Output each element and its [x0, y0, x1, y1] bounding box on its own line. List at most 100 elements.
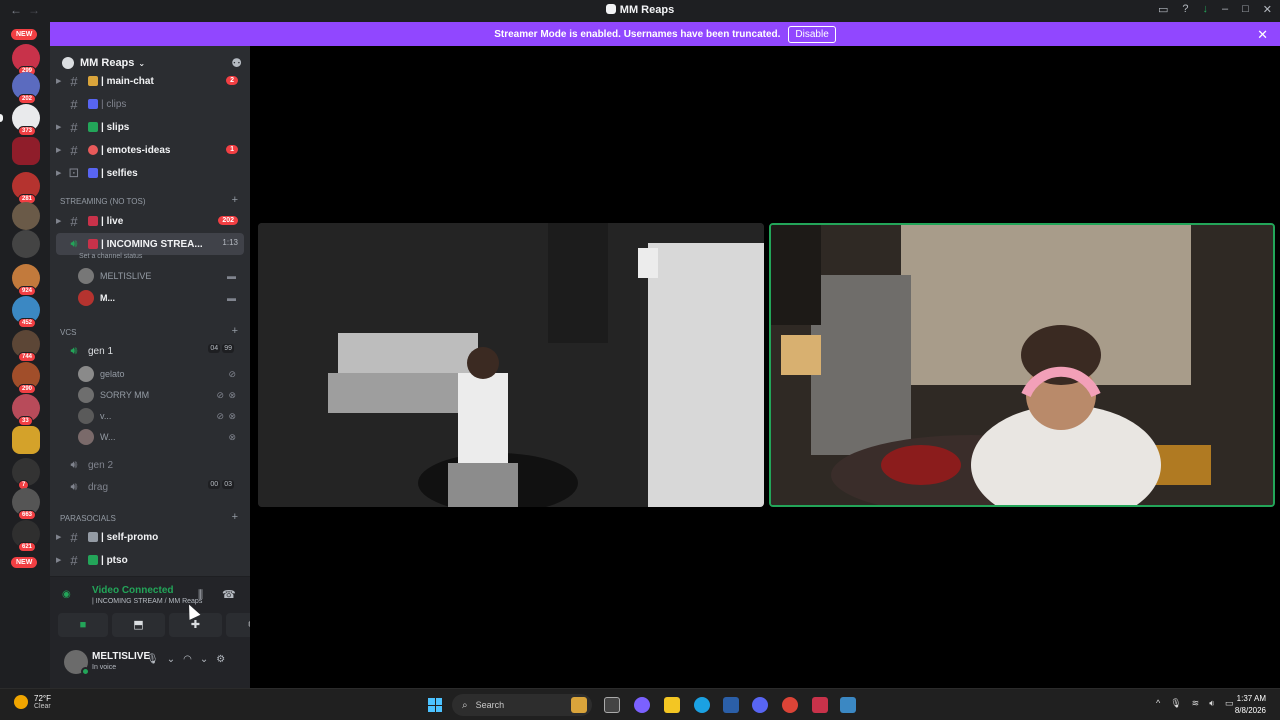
new-pill-bottom[interactable]: NEW [11, 557, 38, 568]
channel-main-chat[interactable]: ▶ # | main-chat 2 [56, 70, 244, 92]
server-icon[interactable]: 744 [12, 330, 40, 362]
voice-user[interactable]: SORRY MM ⊘ ⊗ [78, 385, 238, 405]
server-icon[interactable]: 299 [12, 44, 40, 76]
server-icon[interactable]: 33 [12, 394, 40, 426]
app-icon[interactable] [812, 697, 828, 713]
server-icon[interactable]: 290 [12, 362, 40, 394]
microphone-icon[interactable]: 🎙︎ [1170, 698, 1181, 709]
avatar[interactable] [64, 650, 90, 676]
category-vcs[interactable]: VCs [60, 328, 76, 337]
server-icon[interactable]: 7 [12, 458, 40, 490]
voice-user[interactable]: v... ⊘ ⊗ [78, 406, 238, 426]
voice-channel-gen-1[interactable]: 🔊︎ gen 1 04 99 [56, 340, 244, 362]
channel-emoji-icon [88, 532, 98, 542]
voice-channel-gen-2[interactable]: 🔊︎ gen 2 [56, 454, 244, 476]
channel-emoji-icon [88, 99, 98, 109]
channel-status[interactable]: Set a channel status [79, 253, 142, 260]
forum-icon: ⊡ [68, 165, 80, 180]
microphone-icon[interactable]: 🎙︎ [146, 654, 159, 665]
volume-icon[interactable]: 🔉︎ [1209, 698, 1215, 709]
screen-share-icon: ⬒ [133, 619, 144, 631]
noise-suppression-icon[interactable]: ⫼ [198, 589, 203, 602]
voice-user[interactable]: M... ▬ [78, 288, 238, 308]
server-icon[interactable] [12, 202, 40, 230]
add-member-icon[interactable]: ⚉ [231, 56, 242, 70]
task-view-icon[interactable] [604, 697, 620, 713]
channel-emoji-icon [88, 555, 98, 565]
store-icon[interactable] [723, 697, 739, 713]
channel-ptso[interactable]: ▶ # | ptso [56, 549, 244, 571]
add-channel-icon[interactable]: + [232, 325, 238, 337]
channel-self-promo[interactable]: ▶ # | self-promo [56, 526, 244, 548]
voice-user[interactable]: gelato ⊘ [78, 364, 238, 384]
add-channel-icon[interactable]: + [232, 194, 238, 206]
server-icon[interactable]: 663 [12, 488, 40, 520]
chevron-up-icon[interactable]: ^ [1156, 698, 1160, 709]
server-icon[interactable] [12, 426, 40, 454]
camera-button[interactable]: ■ [58, 613, 108, 637]
voice-user[interactable]: W... ⊗ [78, 427, 238, 447]
server-icon[interactable]: 924 [12, 264, 40, 296]
voice-channel-path[interactable]: | INCOMING STREAM / MM Reaps [92, 598, 202, 605]
channel-clips[interactable]: # | clips [56, 93, 244, 115]
user-area: MELTISLIVE In voice 🎙︎ ⌄ ◠ ⌄ ⚙ [50, 640, 250, 688]
wifi-icon[interactable]: ≋ [1192, 698, 1200, 709]
disable-streamer-mode-button[interactable]: Disable [788, 25, 836, 43]
voice-channel-drag[interactable]: 🔊︎ drag 00 03 [56, 476, 244, 498]
caret-right-icon: ▶ [56, 78, 62, 85]
category-streaming[interactable]: STREAMING (NO TOS) [60, 197, 146, 206]
gear-icon[interactable]: ⚙ [216, 654, 225, 665]
new-pill-top[interactable]: NEW [11, 29, 38, 40]
channel-emotes-ideas[interactable]: ▶ # | emotes-ideas 1 [56, 139, 244, 161]
banner-close-icon[interactable]: ✕ [1257, 27, 1268, 43]
start-button[interactable] [428, 698, 442, 712]
server-icon[interactable]: 202 [12, 72, 40, 104]
file-explorer-icon[interactable] [664, 697, 680, 713]
server-icon[interactable] [12, 230, 40, 258]
channel-slips[interactable]: ▶ # | slips [56, 116, 244, 138]
download-icon[interactable]: ↓ [1203, 3, 1209, 16]
battery-icon[interactable]: ▭ [1225, 698, 1234, 709]
signal-icon[interactable]: ◉ [62, 589, 71, 600]
clock[interactable]: 1:37 AM 8/8/2026 [1235, 693, 1266, 717]
hash-icon: # [70, 213, 78, 229]
chevron-down-icon[interactable]: ⌄ [167, 654, 175, 665]
maximize-icon[interactable]: □ [1242, 3, 1249, 16]
channel-live[interactable]: ▶ # | live 202 [56, 210, 244, 232]
headphones-icon[interactable]: ◠ [183, 654, 192, 665]
edge-icon[interactable] [694, 697, 710, 713]
category-parasocials[interactable]: PARASOCIALS [60, 514, 116, 523]
copilot-icon[interactable] [634, 697, 650, 713]
voice-user[interactable]: MELTISLIVE ▬ [78, 266, 238, 286]
help-icon[interactable]: ? [1182, 3, 1188, 16]
app-icon[interactable] [840, 697, 856, 713]
screen-share-button[interactable]: ⬒ [112, 613, 165, 637]
server-icon[interactable]: 281 [12, 172, 40, 204]
search-highlight-icon[interactable] [571, 697, 587, 713]
weather-widget[interactable]: 72°F Clear [14, 694, 51, 710]
server-icon[interactable]: 452 [12, 296, 40, 328]
username[interactable]: MELTISLIVE [92, 651, 150, 662]
discord-icon[interactable] [752, 697, 768, 713]
server-icon[interactable]: 621 [12, 520, 40, 552]
speaker-icon: 🔊︎ [70, 344, 78, 357]
avatar [78, 429, 94, 445]
speaker-icon: 🔊︎ [70, 237, 78, 250]
channel-incoming-stream[interactable]: 🔊︎ | INCOMING STREA... 1:13 [56, 233, 244, 255]
server-icon[interactable] [12, 137, 40, 165]
avatar [78, 268, 94, 284]
server-icon[interactable]: 373 [12, 104, 40, 136]
video-tile-camera[interactable] [769, 223, 1275, 507]
add-channel-icon[interactable]: + [232, 511, 238, 523]
minimize-icon[interactable]: – [1222, 3, 1228, 16]
inbox-icon[interactable]: ▭ [1158, 3, 1168, 16]
soundboard-button[interactable]: ✺ [226, 613, 250, 637]
windows-taskbar: 72°F Clear ⌕ Search ^ 🎙︎ ≋ 🔉︎ ▭ 1:37 AM … [0, 688, 1280, 720]
channel-selfies[interactable]: ▶ ⊡ | selfies [56, 162, 244, 184]
close-window-icon[interactable]: ✕ [1263, 3, 1272, 16]
chrome-icon[interactable] [782, 697, 798, 713]
chevron-down-icon[interactable]: ⌄ [200, 654, 208, 665]
voice-status-title[interactable]: Video Connected [92, 585, 174, 596]
video-tile-stream[interactable] [258, 223, 764, 507]
disconnect-icon[interactable]: ☎ [222, 588, 236, 601]
